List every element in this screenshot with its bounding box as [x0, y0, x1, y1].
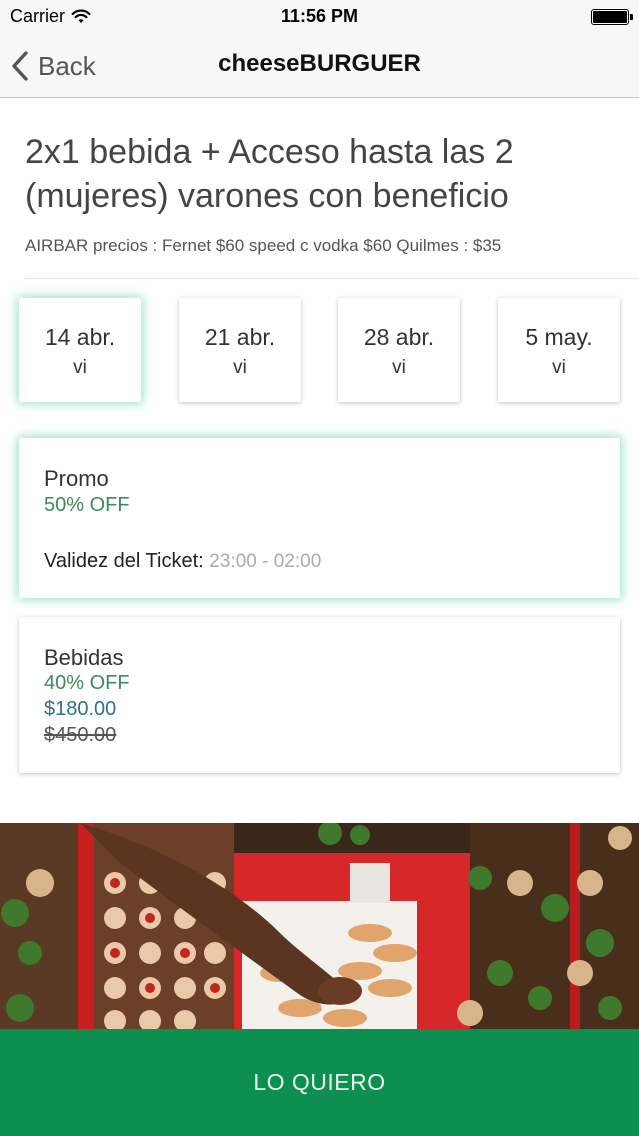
- date-option-14-abr[interactable]: 14 abr. vi: [19, 298, 141, 402]
- validity-time: 23:00 - 02:00: [209, 551, 322, 572]
- date-label: 5 may.: [525, 324, 593, 350]
- ticket-discount: 40% OFF: [44, 672, 130, 694]
- day-label: vi: [73, 357, 87, 378]
- divider: [25, 278, 639, 279]
- status-bar: Carrier 11:56 PM: [0, 0, 639, 34]
- date-option-5-may[interactable]: 5 may. vi: [498, 298, 620, 402]
- ticket-price: $180.00: [44, 698, 117, 720]
- lo-quiero-button[interactable]: LO QUIERO: [0, 1029, 639, 1136]
- day-label: vi: [552, 357, 566, 378]
- event-title: 2x1 bebida + Acceso hasta las 2 (mujeres…: [25, 133, 514, 215]
- date-option-21-abr[interactable]: 21 abr. vi: [179, 298, 301, 402]
- validity-label: Validez del Ticket:: [44, 550, 204, 572]
- navigation-bar: Back cheeseBURGUER: [0, 34, 639, 98]
- ticket-validity: Validez del Ticket: 23:00 - 02:00: [44, 550, 321, 573]
- day-label: vi: [233, 357, 247, 378]
- ticket-card-bebidas[interactable]: Bebidas 40% OFF $180.00 $450.00: [19, 617, 620, 773]
- ticket-name: Promo: [44, 466, 109, 491]
- ticket-card-promo[interactable]: Promo 50% OFF Validez del Ticket: 23:00 …: [19, 438, 620, 598]
- status-time: 11:56 PM: [280, 6, 359, 26]
- ticket-original-price: $450.00: [44, 724, 117, 746]
- ticket-discount: 50% OFF: [44, 494, 130, 516]
- date-label: 21 abr.: [204, 324, 276, 350]
- ticket-name: Bebidas: [44, 645, 124, 670]
- date-label: 28 abr.: [363, 324, 435, 350]
- venue-photo: [0, 823, 639, 1029]
- food-image: [0, 823, 639, 1029]
- battery-icon: [591, 9, 633, 25]
- date-option-28-abr[interactable]: 28 abr. vi: [338, 298, 460, 402]
- event-subtitle: AIRBAR precios : Fernet $60 speed c vodk…: [25, 236, 502, 255]
- page-title: cheeseBURGUER: [218, 50, 421, 77]
- date-label: 14 abr.: [44, 324, 116, 350]
- day-label: vi: [392, 357, 406, 378]
